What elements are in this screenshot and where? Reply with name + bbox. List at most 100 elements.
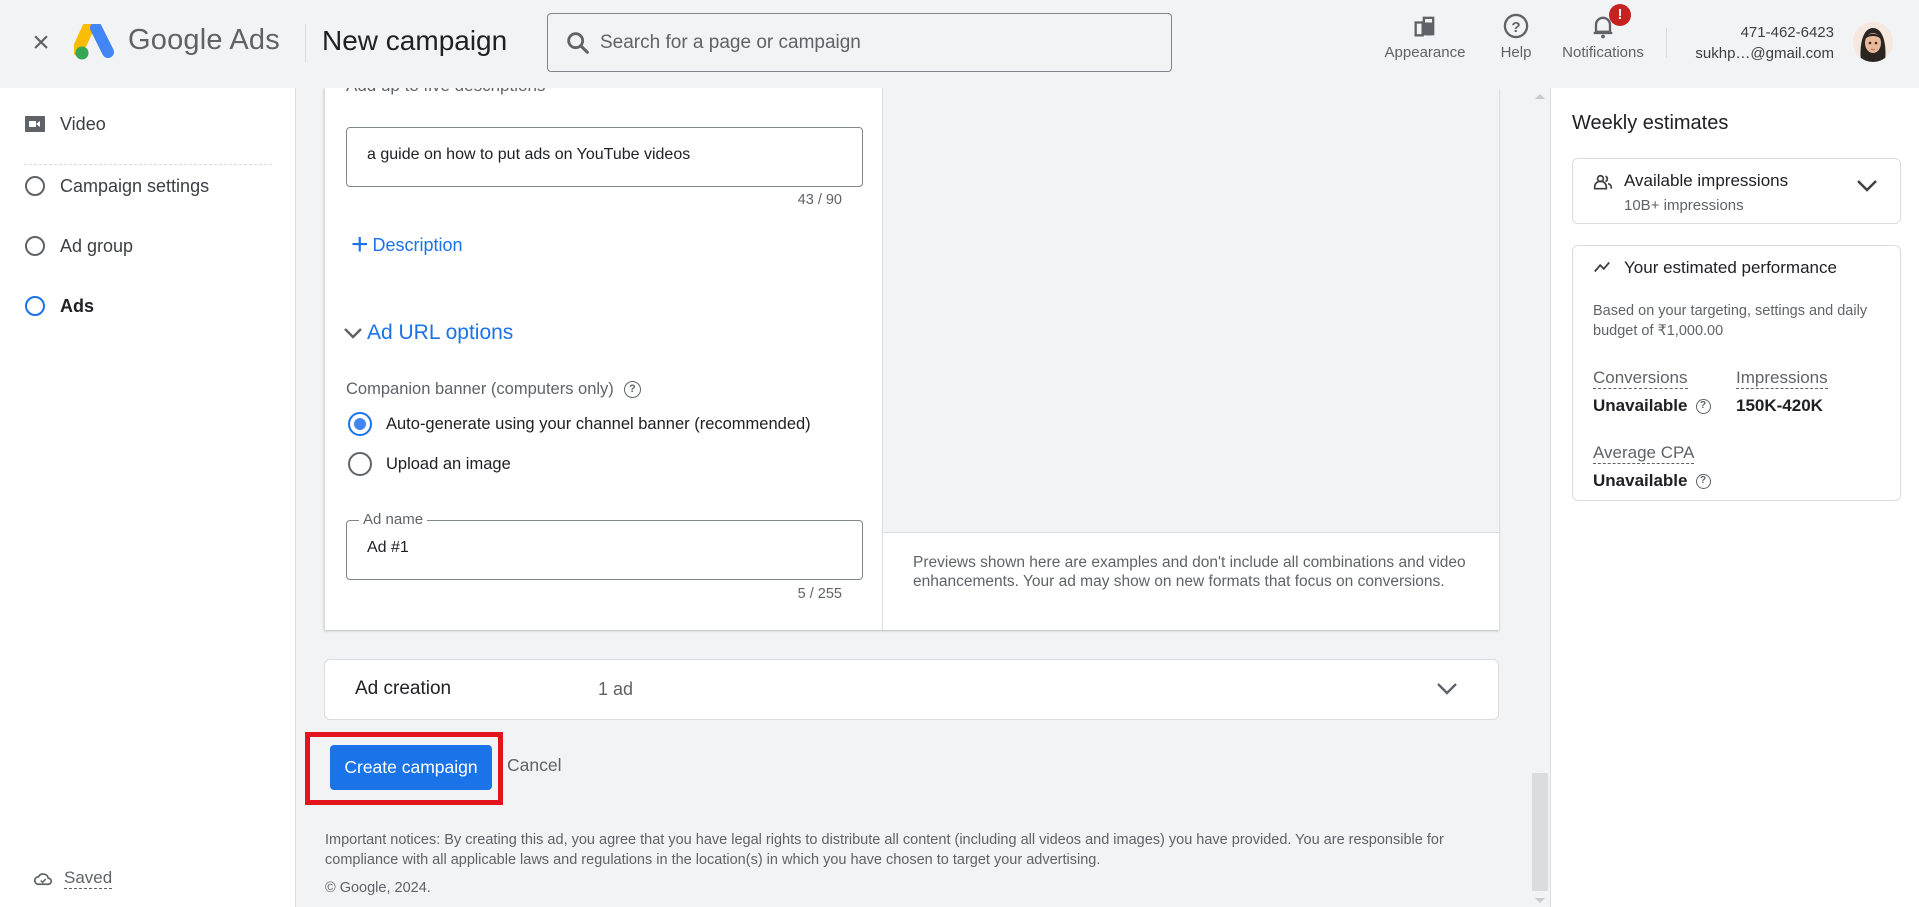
header-divider — [305, 24, 306, 62]
description-input[interactable] — [367, 146, 837, 164]
scroll-up-arrow-icon[interactable] — [1535, 94, 1545, 99]
estimated-performance-description: Based on your targeting, settings and da… — [1593, 303, 1868, 339]
companion-banner-text: Companion banner (computers only) — [346, 380, 614, 398]
header-divider — [1666, 28, 1667, 58]
add-description-button[interactable]: + Description — [351, 228, 463, 261]
metric-label[interactable]: Impressions — [1736, 368, 1828, 389]
help-label: Help — [1500, 44, 1532, 61]
sidebar-item-label: Ad group — [60, 235, 134, 256]
create-campaign-button[interactable]: Create campaign — [330, 745, 492, 790]
account-info[interactable]: 471-462-6423 sukhp…@gmail.com — [1670, 22, 1834, 64]
important-notice: Important notices: By creating this ad, … — [325, 832, 1444, 868]
sidebar-item-ads[interactable]: Ads — [24, 291, 94, 321]
step-circle-icon — [24, 235, 46, 257]
weekly-estimates-panel: Weekly estimates Available impressions 1… — [1550, 88, 1919, 907]
account-id: 471-462-6423 — [1740, 24, 1834, 41]
video-icon — [24, 113, 46, 135]
ad-preview-area: Previews shown here are examples and don… — [883, 88, 1499, 630]
scroll-down-arrow-icon[interactable] — [1535, 898, 1545, 903]
close-icon: × — [32, 26, 50, 59]
saved-label: Saved — [64, 868, 113, 889]
search-box[interactable] — [547, 13, 1172, 72]
ad-name-char-counter: 5 / 255 — [797, 586, 842, 602]
sidebar-item-label: Campaign settings — [60, 175, 210, 196]
cloud-done-icon — [34, 872, 52, 885]
trending-icon — [1594, 261, 1610, 273]
ad-url-options-label: Ad URL options — [367, 321, 514, 344]
sidebar-item-label: Video — [60, 113, 106, 134]
weekly-estimates-title: Weekly estimates — [1572, 112, 1729, 134]
preview-disclaimer: Previews shown here are examples and don… — [883, 532, 1499, 630]
metric-label[interactable]: Average CPA — [1593, 443, 1695, 464]
description-field[interactable] — [346, 127, 863, 187]
radio-label: Auto-generate using your channel banner … — [386, 414, 811, 433]
sidebar-item-video[interactable]: Video — [24, 109, 106, 139]
companion-banner-label: Companion banner (computers only) ? — [346, 380, 641, 399]
ad-url-options-toggle[interactable]: Ad URL options — [343, 321, 513, 345]
metric-value: 150K-420K — [1736, 396, 1823, 415]
help-icon[interactable]: ? — [1695, 473, 1711, 489]
ad-form: Add up to five descriptions 43 / 90 + De… — [325, 76, 883, 630]
top-app-bar: × Google Ads New campaign Appearance ? — [0, 0, 1919, 88]
metric-average-cpa: Average CPA Unavailable? — [1593, 443, 1711, 491]
ad-editor-card: Add up to five descriptions 43 / 90 + De… — [324, 76, 1499, 630]
sidebar-item-ad-group[interactable]: Ad group — [24, 231, 133, 261]
account-email: sukhp…@gmail.com — [1695, 45, 1834, 62]
companion-option-auto-generate[interactable]: Auto-generate using your channel banner … — [348, 412, 811, 436]
metric-value: Unavailable — [1593, 396, 1688, 415]
metric-impressions: Impressions 150K-420K — [1736, 368, 1828, 416]
estimated-performance-title: Your estimated performance — [1624, 258, 1837, 277]
appearance-icon — [1414, 16, 1435, 37]
companion-option-upload-image[interactable]: Upload an image — [348, 452, 511, 476]
copyright: © Google, 2024. — [325, 880, 431, 896]
notifications-button[interactable]: ! Notifications — [1553, 4, 1653, 76]
avatar-image — [1853, 22, 1893, 62]
help-button[interactable]: ? Help — [1494, 10, 1538, 76]
appearance-button[interactable]: Appearance — [1380, 10, 1470, 76]
people-icon — [1593, 174, 1613, 190]
ad-name-field[interactable]: Ad name — [346, 511, 863, 580]
add-description-label: Description — [372, 234, 463, 255]
chevron-down-icon — [344, 328, 362, 339]
available-impressions-value: 10B+ impressions — [1624, 197, 1744, 214]
cancel-button[interactable]: Cancel — [507, 755, 561, 776]
estimated-performance-card: Your estimated performance Based on your… — [1572, 245, 1901, 501]
scrollbar-thumb[interactable] — [1532, 773, 1548, 891]
metric-label[interactable]: Conversions — [1593, 368, 1688, 389]
search-icon — [567, 32, 589, 54]
ad-creation-section[interactable]: Ad creation 1 ad — [324, 659, 1499, 720]
saved-status[interactable]: Saved — [34, 868, 113, 889]
google-ads-logo-icon — [72, 22, 116, 60]
step-circle-active-icon — [24, 295, 46, 317]
svg-text:?: ? — [1511, 19, 1520, 36]
sidebar-item-label: Ads — [60, 295, 95, 316]
notification-badge: ! — [1609, 4, 1631, 26]
radio-unselected-icon[interactable] — [348, 452, 372, 476]
help-icon[interactable]: ? — [623, 381, 641, 398]
sidebar: Video Campaign settings Ad group Ads Sav… — [0, 88, 296, 907]
step-circle-icon — [24, 175, 46, 197]
chevron-down-icon[interactable] — [1436, 680, 1458, 696]
metric-value: Unavailable — [1593, 471, 1688, 490]
main-scrollbar[interactable] — [1531, 88, 1549, 907]
brand-name: Google Ads — [128, 24, 280, 56]
sidebar-divider — [24, 164, 272, 165]
notifications-label: Notifications — [1562, 44, 1644, 61]
ad-name-input[interactable] — [367, 539, 837, 557]
avatar[interactable] — [1853, 22, 1893, 62]
help-icon[interactable]: ? — [1695, 398, 1711, 414]
close-button[interactable]: × — [26, 28, 56, 58]
ad-name-label: Ad name — [359, 511, 428, 528]
sidebar-item-campaign-settings[interactable]: Campaign settings — [24, 171, 209, 201]
ad-creation-summary: 1 ad — [598, 679, 634, 699]
search-input[interactable] — [600, 28, 1140, 58]
chevron-down-icon[interactable] — [1856, 177, 1878, 193]
available-impressions-card[interactable]: Available impressions 10B+ impressions — [1572, 158, 1901, 224]
appearance-label: Appearance — [1384, 44, 1466, 61]
radio-selected-icon[interactable] — [348, 412, 372, 436]
description-char-counter: 43 / 90 — [797, 192, 842, 208]
radio-label: Upload an image — [386, 454, 511, 473]
ad-creation-title: Ad creation — [355, 678, 452, 699]
plus-icon: + — [351, 228, 369, 261]
page-title: New campaign — [322, 25, 508, 56]
